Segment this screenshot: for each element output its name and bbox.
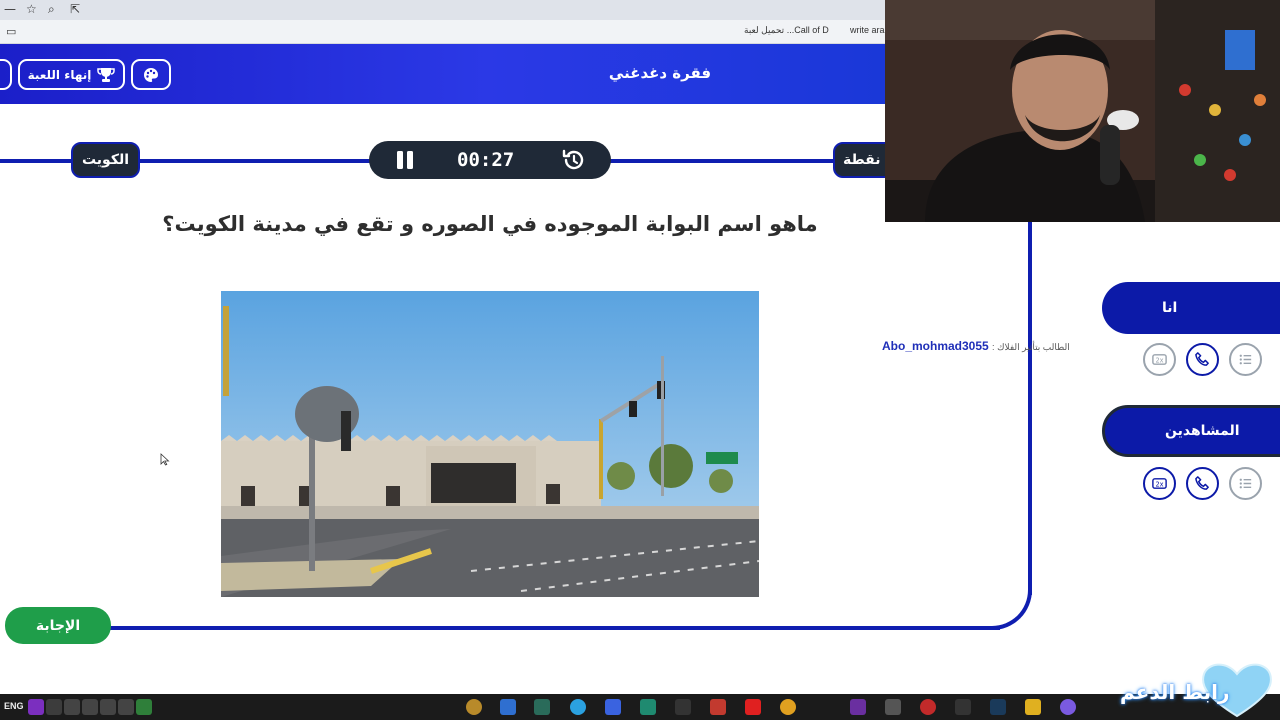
palette-button[interactable]: [131, 59, 171, 90]
list-icon: [1239, 354, 1252, 365]
restart-timer-icon[interactable]: [561, 149, 585, 171]
back-icon[interactable]: —: [4, 2, 16, 16]
bookmark-write-arab[interactable]: write arab: [850, 25, 890, 35]
header-partial-button[interactable]: [0, 59, 12, 90]
team-me-pill[interactable]: انا: [1102, 282, 1280, 334]
folder-icon[interactable]: [1025, 699, 1041, 715]
battery-icon[interactable]: [82, 699, 98, 715]
bookmarks-bar: ▭ write arab تحميل لعبة ...Call of D: [0, 20, 900, 44]
svg-text:2x: 2x: [1155, 356, 1163, 364]
app-icon-5[interactable]: [640, 699, 656, 715]
double-points-lifeline-viewers[interactable]: 2x: [1143, 467, 1176, 500]
call-friend-lifeline[interactable]: [1186, 343, 1219, 376]
chat-note: : الطالب بتأثير الفلاك: [992, 342, 1070, 352]
tray-icon-2[interactable]: [64, 699, 80, 715]
support-link-text: رابط الدعم: [1120, 680, 1230, 704]
answer-button[interactable]: الإجابة: [5, 607, 111, 644]
question-text: ماهو اسم البوابة الموجوده في الصوره و تق…: [162, 212, 818, 236]
network-icon[interactable]: [118, 699, 134, 715]
pause-icon[interactable]: [395, 150, 415, 170]
svg-text:2x: 2x: [1155, 480, 1163, 488]
epic-icon[interactable]: [955, 699, 971, 715]
star-icon[interactable]: ☆: [26, 2, 37, 16]
onenote-icon[interactable]: [28, 699, 44, 715]
browser-toolbar: — ☆ ⌕ ⇱: [0, 0, 900, 20]
tray-icon-1[interactable]: [46, 699, 62, 715]
end-game-button[interactable]: إنهاء اللعبة: [18, 59, 125, 90]
game-header: إنهاء اللعبة فقرة دغدغني: [0, 44, 885, 104]
palette-icon: [144, 67, 158, 82]
steam-icon[interactable]: [990, 699, 1006, 715]
app-icon-11[interactable]: [1060, 699, 1076, 715]
call-friend-lifeline-viewers[interactable]: [1186, 467, 1219, 500]
app-icon-9[interactable]: [885, 699, 901, 715]
team-badge-kuwait: الكويت: [71, 142, 140, 178]
streamer-webcam: [885, 0, 1280, 222]
phone-icon: [1195, 476, 1209, 490]
app-icon-2[interactable]: [500, 699, 516, 715]
share-icon[interactable]: ⇱: [70, 2, 80, 16]
page-title: فقرة دغدغني: [608, 64, 712, 82]
phone-icon: [1195, 352, 1209, 366]
volume-icon[interactable]: [100, 699, 116, 715]
chrome-icon[interactable]: [780, 699, 796, 715]
end-game-label: إنهاء اللعبة: [27, 67, 92, 82]
list-icon: [1239, 478, 1252, 489]
x2-icon: 2x: [1152, 354, 1167, 365]
app-icon-1[interactable]: [466, 699, 482, 715]
trophy-icon: [97, 67, 116, 82]
app-icon-6[interactable]: [675, 699, 691, 715]
telegram-icon[interactable]: [570, 699, 586, 715]
team-viewers-pill[interactable]: المشاهدين: [1102, 405, 1280, 457]
chat-username: Abo_mohmad3055: [882, 339, 989, 353]
screen: — ☆ ⌕ ⇱ ▭ write arab تحميل لعبة ...Call …: [0, 0, 1280, 720]
timer: 00:27: [369, 141, 611, 179]
youtube-icon[interactable]: [745, 699, 761, 715]
app-icon-10[interactable]: [920, 699, 936, 715]
gate-photo: [221, 291, 759, 597]
app-icon-8[interactable]: [850, 699, 866, 715]
app-icon-7[interactable]: [710, 699, 726, 715]
tray-icon-3[interactable]: [136, 699, 152, 715]
options-lifeline-viewers[interactable]: [1229, 467, 1262, 500]
timer-value: 00:27: [457, 149, 515, 171]
x2-icon: 2x: [1152, 478, 1167, 489]
board-bottom-line: [100, 626, 1000, 630]
app-icon-3[interactable]: [534, 699, 550, 715]
question-image: [221, 291, 759, 597]
app-icon-4[interactable]: [605, 699, 621, 715]
search-icon[interactable]: ⌕: [48, 2, 55, 17]
bookmark-call-of-duty[interactable]: تحميل لعبة ...Call of D: [744, 25, 829, 36]
taskbar: ENG: [0, 694, 1280, 720]
board-rail-corner: [960, 560, 1032, 630]
double-points-lifeline[interactable]: 2x: [1143, 343, 1176, 376]
options-lifeline[interactable]: [1229, 343, 1262, 376]
mouse-cursor-icon: [160, 453, 170, 466]
language-indicator[interactable]: ENG: [4, 701, 24, 711]
board-rail: [1028, 215, 1032, 595]
tab-icon[interactable]: ▭: [6, 25, 16, 38]
webcam-overlay: [885, 0, 1280, 222]
chat-message: Abo_mohmad3055 : الطالب بتأثير الفلاك: [882, 339, 1092, 353]
